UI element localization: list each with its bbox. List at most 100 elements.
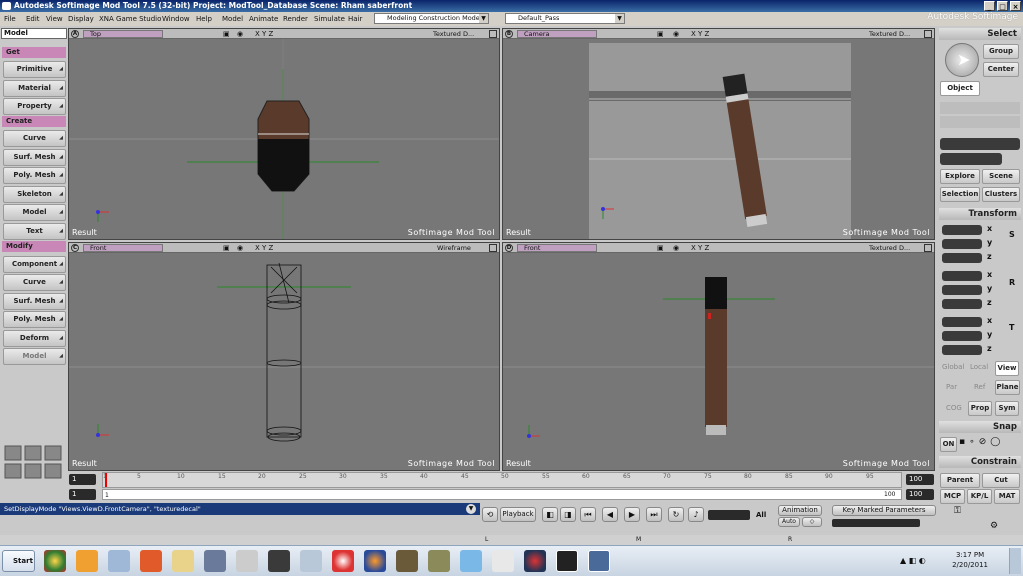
scale-z-field[interactable]	[942, 253, 982, 263]
global-button[interactable]: Global	[942, 363, 964, 371]
menu-animate[interactable]: Animate	[249, 12, 278, 26]
gear-icon[interactable]: ⚙	[990, 521, 998, 531]
camera-select[interactable]: Front	[83, 244, 163, 252]
translate-y-field[interactable]	[942, 331, 982, 341]
create-model-button[interactable]: Model	[3, 204, 66, 221]
view-button[interactable]: View	[995, 361, 1019, 376]
modify-model-button[interactable]: Model	[3, 348, 66, 365]
maximize-viewport-icon[interactable]	[924, 30, 932, 38]
display-mode[interactable]: Textured D...	[433, 29, 474, 39]
menu-help[interactable]: Help	[196, 12, 212, 26]
select-arrow-icon[interactable]: ➤	[945, 43, 979, 77]
office-icon[interactable]	[140, 550, 162, 572]
camera-select[interactable]: Front	[517, 244, 597, 252]
menu-render[interactable]: Render	[283, 12, 308, 26]
rotate-y-field[interactable]	[942, 285, 982, 295]
ref-button[interactable]: Ref	[974, 383, 985, 391]
eye-icon[interactable]: ◉	[673, 30, 679, 38]
maximize-viewport-icon[interactable]	[924, 244, 932, 252]
viewport-d[interactable]: D Front ▣ ◉ X Y Z Textured D... Result S…	[502, 242, 935, 471]
toolbar-select[interactable]: Model	[1, 28, 67, 39]
penguin-icon[interactable]	[236, 550, 258, 572]
mcp-button[interactable]: MCP	[940, 489, 965, 504]
camera-icon[interactable]: ▣	[657, 244, 664, 252]
book-icon[interactable]	[108, 550, 130, 572]
show-desktop-button[interactable]	[1009, 548, 1021, 574]
character-icon[interactable]	[396, 550, 418, 572]
viewport-a[interactable]: A Top ▣ ◉ X Y Z Textured D... Result Sof…	[68, 28, 500, 240]
viewport-b[interactable]: B Camera ▣ ◉ X Y Z Textured D... Result …	[502, 28, 935, 240]
selection-field[interactable]	[940, 138, 1020, 150]
app-window-icon[interactable]	[300, 550, 322, 572]
chrome-icon[interactable]	[44, 550, 66, 572]
deform-button[interactable]: Deform	[3, 330, 66, 347]
rotate-button[interactable]: R	[1009, 278, 1015, 287]
display-mode[interactable]: Textured D...	[869, 29, 910, 39]
camera-icon[interactable]: ▣	[657, 30, 664, 38]
modify-surf-mesh-button[interactable]: Surf. Mesh	[3, 293, 66, 310]
key-tool-icon[interactable]: ⚿	[954, 506, 961, 516]
center-button[interactable]: Center	[983, 62, 1019, 77]
property-button[interactable]: Property	[3, 98, 66, 115]
gimp-icon[interactable]	[428, 550, 450, 572]
timeline-start-field[interactable]: 1	[69, 474, 96, 485]
scene-button[interactable]: Scene	[982, 169, 1020, 184]
menu-simulate[interactable]: Simulate	[314, 12, 345, 26]
menu-view[interactable]: View	[46, 12, 63, 26]
camera-icon[interactable]: ▣	[223, 30, 230, 38]
eye-icon[interactable]: ◉	[237, 30, 243, 38]
cog-button[interactable]: COG	[946, 404, 962, 412]
browser-icon[interactable]	[332, 550, 354, 572]
menu-model[interactable]: Model	[222, 12, 243, 26]
prop-button[interactable]: Prop	[968, 401, 992, 416]
folder-icon[interactable]	[172, 550, 194, 572]
selection-button[interactable]: Selection	[940, 187, 980, 202]
clusters-button[interactable]: Clusters	[982, 187, 1020, 202]
key-icon[interactable]: ◇	[802, 517, 822, 527]
scale-y-field[interactable]	[942, 239, 982, 249]
range-start-field[interactable]: 1	[69, 489, 96, 500]
timeline-end-field[interactable]: 100	[906, 474, 934, 485]
tray-icons[interactable]: ▲ ◧ ◐	[900, 556, 926, 565]
play-icon[interactable]: ▶	[624, 507, 640, 522]
plane-button[interactable]: Plane	[995, 380, 1020, 395]
cut-button[interactable]: Cut	[982, 473, 1020, 488]
frame-field[interactable]	[708, 510, 750, 520]
component-button[interactable]: Component	[3, 256, 66, 273]
minimize-button[interactable]: _	[984, 1, 995, 11]
softimage-icon[interactable]	[556, 550, 578, 572]
maximize-viewport-icon[interactable]	[489, 244, 497, 252]
selection-field-2[interactable]	[940, 153, 1002, 165]
chevron-down-icon[interactable]: ▼	[466, 504, 476, 514]
rotate-z-field[interactable]	[942, 299, 982, 309]
marked-params-field[interactable]	[832, 519, 920, 527]
create-surf-mesh-button[interactable]: Surf. Mesh	[3, 149, 66, 166]
auto-key-button[interactable]: Auto	[778, 517, 800, 527]
skeleton-button[interactable]: Skeleton	[3, 186, 66, 203]
audio-icon[interactable]: ♪	[688, 507, 704, 522]
rotate-x-field[interactable]	[942, 271, 982, 281]
last-frame-icon[interactable]: ⏭	[646, 507, 662, 522]
menu-display[interactable]: Display	[68, 12, 94, 26]
menu-window[interactable]: Window	[162, 12, 190, 26]
snap-on-button[interactable]: ON	[940, 437, 957, 452]
eye-icon[interactable]: ◉	[237, 244, 243, 252]
translate-x-field[interactable]	[942, 317, 982, 327]
menu-hair[interactable]: Hair	[348, 12, 362, 26]
maximize-viewport-icon[interactable]	[489, 30, 497, 38]
mat-button[interactable]: MAT	[994, 489, 1020, 504]
parent-button[interactable]: Parent	[940, 473, 980, 488]
local-button[interactable]: Local	[970, 363, 988, 371]
mode-select[interactable]: Modeling Construction Mode ▼	[374, 13, 489, 24]
scale-x-field[interactable]	[942, 225, 982, 235]
pass-select[interactable]: Default_Pass ▼	[505, 13, 625, 24]
group-button[interactable]: Group	[983, 44, 1019, 59]
key-marked-parameters-button[interactable]: Key Marked Parameters	[832, 505, 936, 516]
script-icon[interactable]: ⟲	[482, 507, 498, 522]
game-icon[interactable]	[204, 550, 226, 572]
par-button[interactable]: Par	[946, 383, 957, 391]
camera-select[interactable]: Top	[83, 30, 163, 38]
start-button[interactable]: Start	[2, 550, 35, 572]
primitive-button[interactable]: Primitive	[3, 61, 66, 78]
layout-icons[interactable]	[4, 445, 66, 481]
